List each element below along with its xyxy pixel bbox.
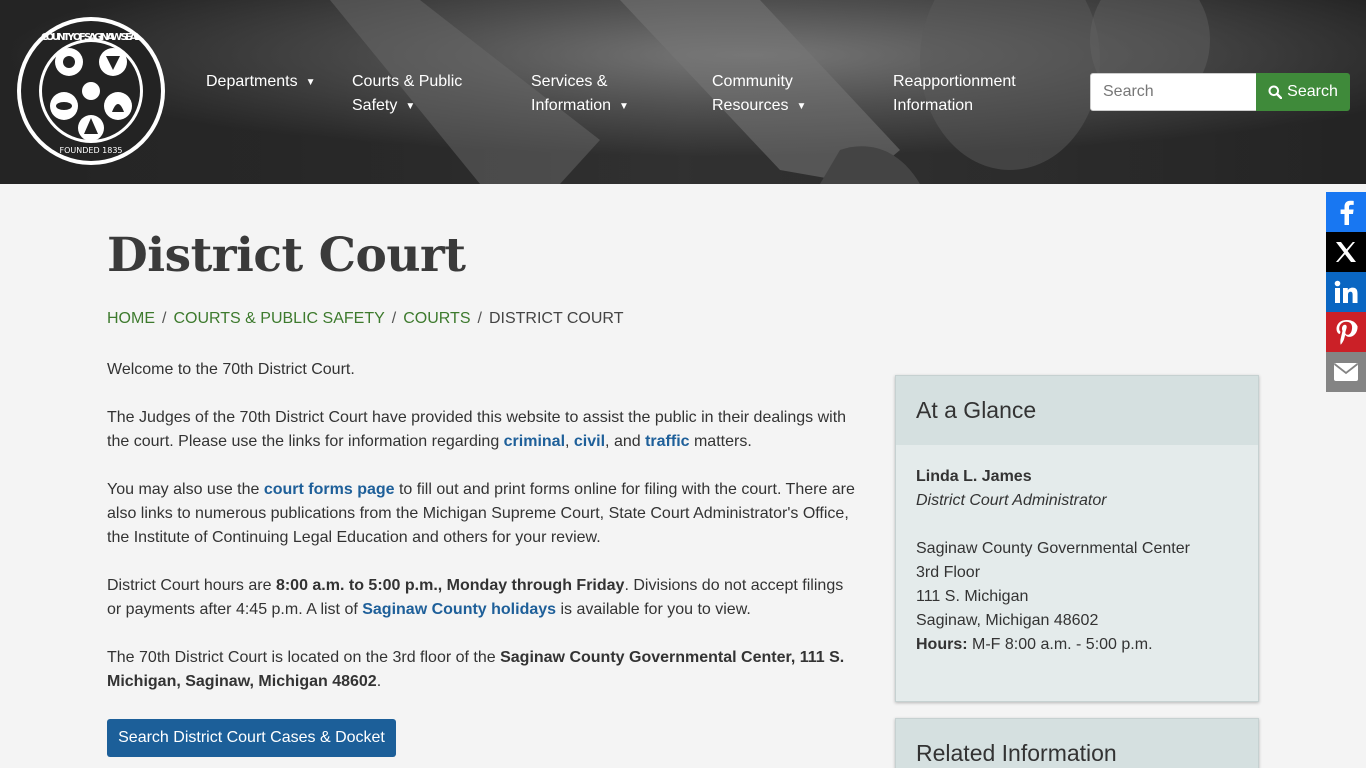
- text: The 70th District Court is located on th…: [107, 649, 501, 666]
- text: .: [376, 673, 382, 690]
- holidays-link[interactable]: Saginaw County holidays: [362, 601, 556, 618]
- address-line-4: Saginaw, Michigan 48602: [916, 612, 1099, 629]
- search-button[interactable]: Search: [1256, 73, 1350, 111]
- nav-reapportionment[interactable]: Reapportionment Information: [893, 70, 1016, 118]
- related-information-title: Related Information: [896, 719, 1258, 768]
- civil-link[interactable]: civil: [574, 433, 605, 450]
- email-icon: [1333, 363, 1359, 381]
- at-a-glance-body: Linda L. James District Court Administra…: [896, 445, 1258, 677]
- breadcrumb-separator: /: [477, 310, 482, 327]
- share-facebook-button[interactable]: [1326, 192, 1366, 232]
- hours-bold: 8:00 a.m. to 5:00 p.m., Monday through F…: [275, 577, 625, 594]
- nav-departments[interactable]: Departments ▼: [206, 70, 316, 95]
- breadcrumb-courts-public-safety[interactable]: COURTS & PUBLIC SAFETY: [173, 310, 384, 327]
- share-email-button[interactable]: [1326, 352, 1366, 392]
- nav-services-information[interactable]: Services & Information ▼: [531, 70, 629, 119]
- search-input[interactable]: [1090, 73, 1257, 111]
- contact-role: District Court Administrator: [916, 492, 1107, 509]
- nav-departments-label: Departments: [206, 73, 298, 90]
- caret-down-icon: ▼: [305, 77, 316, 88]
- nav-reapportionment-line1: Reapportionment: [893, 73, 1016, 90]
- county-seal-logo[interactable]: COUNTY OF SAGINAW SEAL FOUNDED 1835: [16, 16, 166, 166]
- seal-top-text: COUNTY OF SAGINAW SEAL: [41, 32, 142, 43]
- x-icon: [1336, 242, 1356, 262]
- social-share-bar: [1326, 192, 1366, 392]
- text: District Court hours are: [107, 577, 276, 594]
- linkedin-icon: [1334, 280, 1358, 303]
- nav-community-line2: Resources: [712, 97, 789, 114]
- hours-label: Hours:: [916, 636, 968, 653]
- nav-services-line2: Information: [531, 97, 612, 114]
- nav-courts-line2: Safety: [352, 97, 398, 114]
- intro-paragraph: The Judges of the 70th District Court ha…: [107, 406, 857, 454]
- page-title: District Court: [107, 228, 466, 283]
- at-a-glance-card: At a Glance Linda L. James District Cour…: [895, 375, 1259, 702]
- share-linkedin-button[interactable]: [1326, 272, 1366, 312]
- breadcrumb: HOME / COURTS & PUBLIC SAFETY / COURTS / DISTR…: [107, 308, 623, 330]
- office-hours: Hours: M-F 8:00 a.m. - 5:00 p.m.: [916, 633, 1238, 657]
- criminal-link[interactable]: criminal: [504, 433, 565, 450]
- caret-down-icon: ▼: [796, 101, 807, 112]
- breadcrumb-separator: /: [391, 310, 397, 327]
- breadcrumb-courts[interactable]: COURTS: [403, 310, 470, 327]
- pinterest-icon: [1336, 320, 1358, 345]
- nav-reapportionment-line2: Information: [893, 97, 974, 114]
- caret-down-icon: ▼: [405, 101, 416, 112]
- text: ,: [565, 433, 574, 450]
- share-pinterest-button[interactable]: [1326, 312, 1366, 352]
- breadcrumb-separator: /: [162, 310, 167, 327]
- nav-community-line1: Community: [712, 73, 793, 90]
- nav-services-line1: Services &: [531, 73, 608, 90]
- breadcrumb-current: DISTRICT COURT: [488, 310, 624, 327]
- court-forms-link[interactable]: court forms page: [264, 481, 395, 498]
- nav-courts-line1: Courts & Public: [352, 73, 463, 90]
- site-header: COUNTY OF SAGINAW SEAL FOUNDED 1835 Depa…: [0, 0, 1366, 184]
- caret-down-icon: ▼: [619, 101, 629, 112]
- breadcrumb-home[interactable]: HOME: [107, 310, 155, 327]
- text: , and: [605, 433, 646, 450]
- contact-name: Linda L. James: [916, 468, 1032, 485]
- facebook-icon: [1340, 200, 1354, 225]
- traffic-link[interactable]: traffic: [645, 433, 689, 450]
- address-line-3: 111 S. Michigan: [916, 588, 1029, 605]
- at-a-glance-title: At a Glance: [896, 376, 1258, 445]
- nav-community-resources[interactable]: Community Resources ▼: [712, 70, 806, 119]
- address-line-1: Saginaw County Governmental Center: [916, 540, 1190, 557]
- hours-paragraph: District Court hours are 8:00 a.m. to 5:…: [107, 574, 857, 622]
- search-cases-docket-button[interactable]: Search District Court Cases & Docket: [107, 719, 396, 757]
- text: is available for you to view.: [556, 601, 751, 618]
- text: You may also use the: [107, 481, 264, 498]
- location-paragraph: The 70th District Court is located on th…: [107, 646, 857, 694]
- search-button-label: Search: [1287, 83, 1338, 100]
- address-line-2: 3rd Floor: [916, 564, 981, 581]
- search-icon: [1268, 85, 1283, 99]
- hours-value: M-F 8:00 a.m. - 5:00 p.m.: [967, 636, 1153, 653]
- share-x-button[interactable]: [1326, 232, 1366, 272]
- text: matters.: [689, 433, 752, 450]
- nav-courts-public-safety[interactable]: Courts & Public Safety ▼: [352, 70, 462, 119]
- seal-bottom-text: FOUNDED 1835: [59, 146, 122, 155]
- related-information-card: Related Information: [895, 718, 1259, 768]
- forms-paragraph: You may also use the court forms page to…: [107, 478, 857, 550]
- welcome-paragraph: Welcome to the 70th District Court.: [107, 361, 355, 378]
- main-content: Welcome to the 70th District Court. The …: [107, 358, 857, 718]
